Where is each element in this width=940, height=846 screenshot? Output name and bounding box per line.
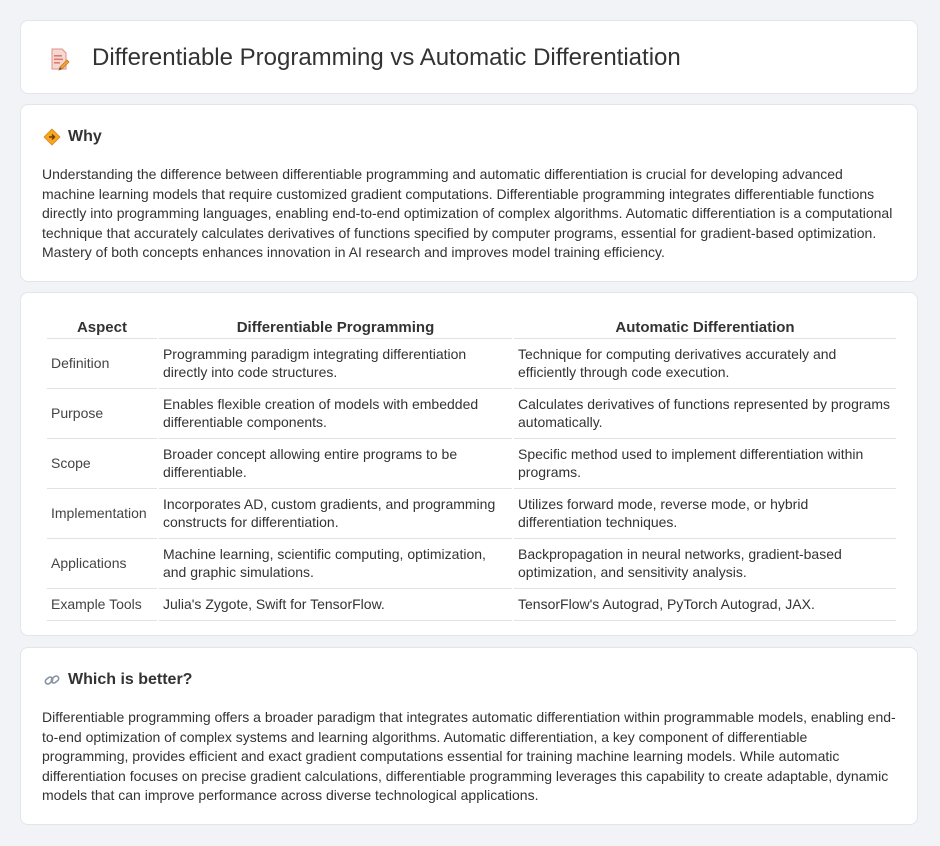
why-heading-row: Why [43,127,102,147]
better-heading: Which is better? [68,671,193,688]
row-aspect: Definition [47,338,157,388]
row-dp-cell: Julia's Zygote, Swift for TensorFlow. [158,588,513,621]
link-icon [43,671,61,689]
why-text: Understanding the difference between dif… [42,166,893,261]
table-row: Applications Machine learning, scientifi… [47,538,896,588]
header-aspect: Aspect [76,319,127,336]
row-aspect: Applications [47,538,157,588]
row-dp-cell: Incorporates AD, custom gradients, and p… [158,488,513,538]
header-differentiable-programming: Differentiable Programming [236,319,435,336]
better-text: Differentiable programming offers a broa… [42,709,896,804]
row-ad-cell: TensorFlow's Autograd, PyTorch Autograd,… [514,588,896,621]
row-ad-cell: Specific method used to implement differ… [514,438,896,488]
table-row: Scope Broader concept allowing entire pr… [47,438,896,488]
table-row: Implementation Incorporates AD, custom g… [47,488,896,538]
row-aspect: Scope [47,438,157,488]
which-is-better-section: Which is better? Differentiable programm… [20,647,918,825]
row-dp-cell: Programming paradigm integrating differe… [158,338,513,388]
row-dp-cell: Enables flexible creation of models with… [158,388,513,438]
table-header-row: Aspect Differentiable Programming Automa… [47,316,896,338]
diamond-warning-icon [43,128,61,146]
title-card: Differentiable Programming vs Automatic … [20,20,918,94]
row-ad-cell: Technique for computing derivatives accu… [514,338,896,388]
page-title: Differentiable Programming vs Automatic … [92,44,681,71]
row-ad-cell: Backpropagation in neural networks, grad… [514,538,896,588]
row-ad-cell: Utilizes forward mode, reverse mode, or … [514,488,896,538]
row-aspect: Implementation [47,488,157,538]
row-dp-cell: Machine learning, scientific computing, … [158,538,513,588]
row-aspect: Purpose [47,388,157,438]
header-automatic-differentiation: Automatic Differentiation [615,319,795,336]
why-heading: Why [68,128,102,145]
comparison-card: Aspect Differentiable Programming Automa… [20,292,918,636]
document-pencil-icon [47,47,71,71]
table-row: Definition Programming paradigm integrat… [47,338,896,388]
better-heading-row: Which is better? [43,670,192,690]
why-section: Why Understanding the difference between… [20,104,918,282]
comparison-table: Aspect Differentiable Programming Automa… [45,316,898,621]
row-ad-cell: Calculates derivatives of functions repr… [514,388,896,438]
row-dp-cell: Broader concept allowing entire programs… [158,438,513,488]
row-aspect: Example Tools [47,588,157,621]
table-row: Purpose Enables flexible creation of mod… [47,388,896,438]
table-row: Example Tools Julia's Zygote, Swift for … [47,588,896,621]
